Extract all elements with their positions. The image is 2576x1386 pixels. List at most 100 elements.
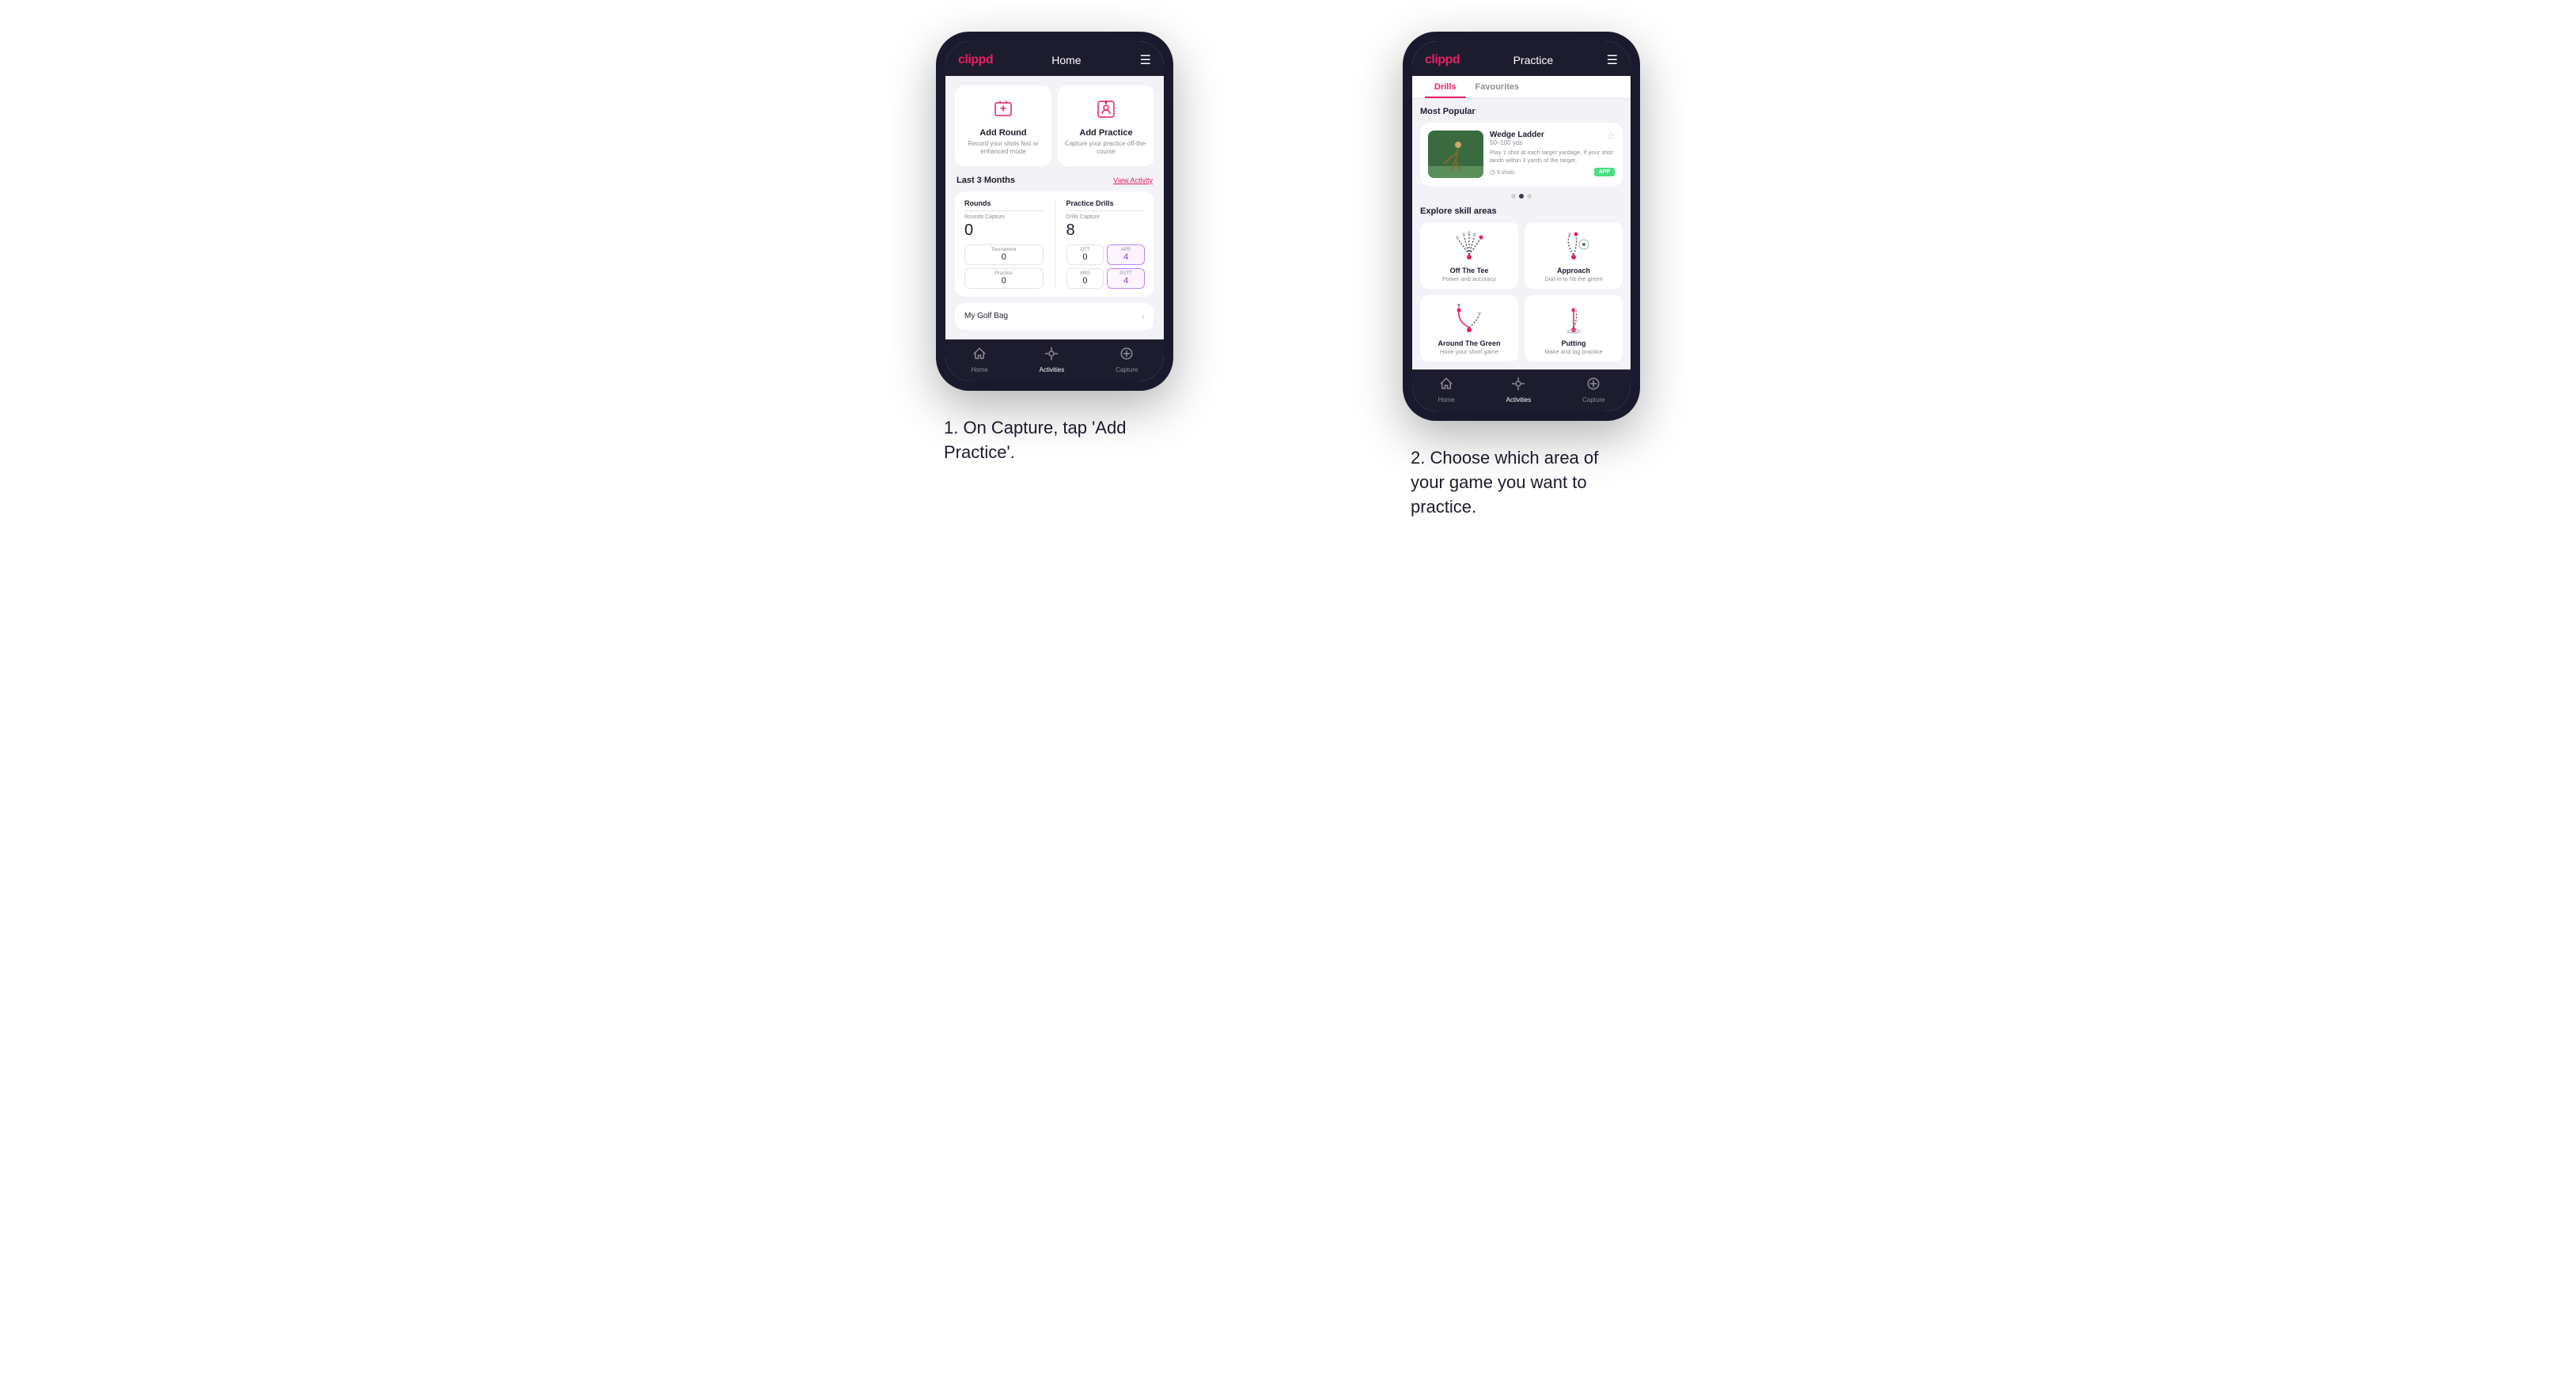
phone1-header: clippd Home ☰ bbox=[945, 41, 1164, 76]
phone1-section: clippd Home ☰ bbox=[853, 32, 1256, 464]
phone2-bottom-nav: Home Activities bbox=[1412, 369, 1631, 411]
nav-activities-label: Activities bbox=[1040, 366, 1065, 373]
nav2-home-label: Home bbox=[1438, 396, 1454, 403]
cards-row: Add Round Record your shots fast or enha… bbox=[955, 85, 1154, 166]
app-value: 4 bbox=[1111, 252, 1141, 262]
app-box: APP 4 bbox=[1107, 244, 1145, 265]
golf-bag-chevron: › bbox=[1142, 311, 1145, 322]
nav-home[interactable]: Home bbox=[971, 346, 987, 373]
tournament-box: Tournament 0 bbox=[964, 244, 1044, 265]
featured-title: Wedge Ladder bbox=[1490, 131, 1544, 139]
tournament-value: 0 bbox=[968, 252, 1040, 262]
nav2-activities[interactable]: Activities bbox=[1506, 377, 1532, 403]
featured-image bbox=[1428, 131, 1483, 178]
rounds-col-title: Rounds bbox=[964, 199, 1044, 211]
page-container: clippd Home ☰ bbox=[853, 32, 1723, 519]
putting-desc: Make and lag practice bbox=[1544, 348, 1602, 355]
most-popular-label: Most Popular bbox=[1420, 107, 1623, 116]
practice-body: Most Popular bbox=[1412, 99, 1631, 369]
skill-grid: Off The Tee Power and accuracy bbox=[1420, 222, 1623, 362]
capture-icon bbox=[1119, 346, 1134, 365]
explore-label: Explore skill areas bbox=[1420, 206, 1623, 216]
phone2-screen: clippd Practice ☰ Drills Favourites Most… bbox=[1412, 41, 1631, 411]
rounds-col: Rounds Rounds Capture 0 Tournament 0 bbox=[964, 199, 1044, 289]
atg-title: Around The Green bbox=[1438, 339, 1500, 347]
phone2-title: Practice bbox=[1513, 54, 1554, 66]
phone2-header: clippd Practice ☰ bbox=[1412, 41, 1631, 76]
last-months-label: Last 3 Months bbox=[957, 176, 1015, 185]
phone1-bottom-nav: Home Activities bbox=[945, 339, 1164, 381]
phone1-title: Home bbox=[1051, 54, 1081, 66]
nav-capture[interactable]: Capture bbox=[1116, 346, 1138, 373]
ott-box: OTT 0 bbox=[1066, 244, 1104, 265]
practice-value: 0 bbox=[968, 276, 1040, 286]
phone2-menu-icon[interactable]: ☰ bbox=[1607, 52, 1618, 68]
rounds-total: 0 bbox=[964, 222, 1044, 240]
skill-approach[interactable]: Approach Dial-in to hit the green bbox=[1525, 222, 1623, 289]
skill-putting[interactable]: Putting Make and lag practice bbox=[1525, 295, 1623, 362]
add-practice-title: Add Practice bbox=[1079, 128, 1132, 138]
nav2-home[interactable]: Home bbox=[1438, 377, 1454, 403]
add-practice-card[interactable]: Add Practice Capture your practice off-t… bbox=[1058, 85, 1154, 166]
add-round-title: Add Round bbox=[979, 128, 1026, 138]
nav2-capture-label: Capture bbox=[1582, 396, 1604, 403]
golf-bag-row[interactable]: My Golf Bag › bbox=[955, 303, 1154, 330]
golf-bag-label: My Golf Bag bbox=[964, 312, 1008, 320]
arg-box: ARG 0 bbox=[1066, 268, 1104, 289]
atg-desc: Hone your short game bbox=[1440, 348, 1498, 355]
phone1-body: Add Round Record your shots fast or enha… bbox=[945, 76, 1164, 339]
add-practice-desc: Capture your practice off-the-course bbox=[1064, 140, 1148, 157]
app-badge: APP bbox=[1594, 168, 1615, 176]
approach-skill-icon bbox=[1554, 229, 1593, 263]
caption2: 2. Choose which area of your game you wa… bbox=[1411, 446, 1632, 519]
tab-favourites[interactable]: Favourites bbox=[1466, 76, 1529, 98]
nav2-capture[interactable]: Capture bbox=[1582, 377, 1604, 403]
dot-1 bbox=[1511, 194, 1516, 199]
featured-footer: ◷ 9 shots APP bbox=[1490, 168, 1615, 176]
last-months-header: Last 3 Months View Activity bbox=[955, 176, 1154, 185]
add-round-card[interactable]: Add Round Record your shots fast or enha… bbox=[955, 85, 1051, 166]
nav2-activities-label: Activities bbox=[1506, 396, 1532, 403]
drills-col-title: Practice Drills bbox=[1066, 199, 1146, 211]
nav-home-label: Home bbox=[971, 366, 987, 373]
favorite-star-icon[interactable]: ☆ bbox=[1606, 131, 1615, 142]
phone2-logo: clippd bbox=[1425, 53, 1460, 67]
phone1-menu-icon[interactable]: ☰ bbox=[1140, 52, 1151, 68]
approach-desc: Dial-in to hit the green bbox=[1544, 275, 1602, 282]
featured-card[interactable]: Wedge Ladder 50–100 yds ☆ Play 1 shot at… bbox=[1420, 123, 1623, 186]
drills-col: Practice Drills Drills Capture 8 OTT 0 bbox=[1066, 199, 1146, 289]
shots-badge: ◷ 9 shots bbox=[1490, 169, 1515, 176]
capture2-icon bbox=[1586, 377, 1601, 395]
tab-drills[interactable]: Drills bbox=[1425, 76, 1466, 98]
featured-title-row: Wedge Ladder 50–100 yds ☆ bbox=[1490, 131, 1615, 149]
atg-skill-icon bbox=[1449, 301, 1489, 336]
putt-value: 4 bbox=[1111, 276, 1141, 286]
featured-title-wrap: Wedge Ladder 50–100 yds bbox=[1490, 131, 1544, 149]
add-round-desc: Record your shots fast or enhanced mode bbox=[961, 140, 1045, 157]
phone2-section: clippd Practice ☰ Drills Favourites Most… bbox=[1320, 32, 1723, 519]
home-icon bbox=[972, 346, 987, 365]
activities2-icon bbox=[1511, 377, 1525, 395]
stats-row: Rounds Rounds Capture 0 Tournament 0 bbox=[964, 199, 1145, 289]
approach-title: Approach bbox=[1557, 267, 1590, 275]
view-activity-link[interactable]: View Activity bbox=[1113, 176, 1153, 184]
featured-info: Wedge Ladder 50–100 yds ☆ Play 1 shot at… bbox=[1490, 131, 1615, 178]
ott-value: 0 bbox=[1070, 252, 1100, 262]
phone1-screen: clippd Home ☰ bbox=[945, 41, 1164, 381]
activities-icon bbox=[1044, 346, 1059, 365]
drills-capture-label: Drills Capture bbox=[1066, 214, 1146, 220]
nav-capture-label: Capture bbox=[1116, 366, 1138, 373]
nav-activities[interactable]: Activities bbox=[1040, 346, 1065, 373]
rounds-mini-stats: Tournament 0 bbox=[964, 244, 1044, 265]
add-practice-icon bbox=[1092, 95, 1120, 123]
skill-atg[interactable]: Around The Green Hone your short game bbox=[1420, 295, 1518, 362]
caption1: 1. On Capture, tap 'Add Practice'. bbox=[944, 416, 1165, 465]
dot-3 bbox=[1527, 194, 1532, 199]
skill-ott[interactable]: Off The Tee Power and accuracy bbox=[1420, 222, 1518, 289]
ott-title: Off The Tee bbox=[1450, 267, 1489, 275]
practice-box: Practice 0 bbox=[964, 268, 1044, 289]
featured-yds: 50–100 yds bbox=[1490, 139, 1544, 146]
rounds-capture-label: Rounds Capture bbox=[964, 214, 1044, 220]
ott-desc: Power and accuracy bbox=[1442, 275, 1496, 282]
phone1-frame: clippd Home ☰ bbox=[936, 32, 1173, 391]
